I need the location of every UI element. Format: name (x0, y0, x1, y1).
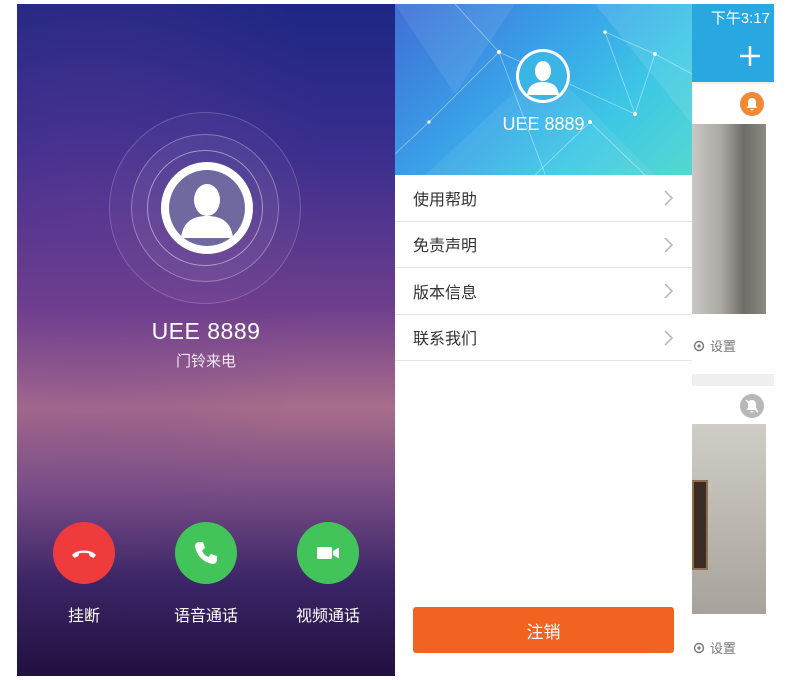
logout-button[interactable]: 注销 (413, 607, 674, 653)
voice-call-button[interactable] (175, 522, 237, 584)
chevron-right-icon (664, 236, 674, 253)
device-card[interactable]: 设置 (692, 386, 774, 676)
menu-item-disclaimer[interactable]: 免责声明 (395, 222, 692, 268)
menu-item-label: 免责声明 (413, 238, 478, 256)
caller-subtitle: 门铃来电 (175, 353, 236, 370)
incoming-call-screen: UEE 8889 门铃来电 挂断 语音通话 视频通话 (17, 4, 395, 676)
caller-name: UEE 8889 (151, 318, 261, 344)
menu-username: UEE 8889 (502, 114, 585, 134)
menu-item-contact[interactable]: 联系我们 (395, 315, 692, 361)
user-avatar[interactable] (516, 49, 570, 103)
video-call-label: 视频通话 (295, 608, 360, 625)
camera-snapshot[interactable] (692, 424, 766, 614)
side-menu: UEE 8889 使用帮助 免责声明 版本信息 联系我们 注销 (395, 4, 692, 676)
caller-avatar (161, 162, 253, 254)
chevron-right-icon (664, 283, 674, 299)
hangup-button[interactable] (53, 522, 115, 584)
settings-label: 设置 (710, 339, 737, 354)
hangup-label: 挂断 (67, 608, 100, 625)
device-card[interactable]: 设置 (692, 84, 774, 374)
gear-icon (693, 642, 705, 653)
chevron-right-icon (664, 190, 674, 206)
gear-icon (693, 340, 705, 351)
menu-item-version[interactable]: 版本信息 (395, 268, 692, 315)
phone-icon (195, 542, 217, 564)
menu-item-label: 使用帮助 (413, 191, 478, 209)
door-frame-image (692, 480, 708, 570)
settings-label: 设置 (710, 641, 737, 656)
chevron-right-icon (664, 329, 674, 346)
top-bar: 下午3:17 (692, 4, 774, 82)
menu-item-help[interactable]: 使用帮助 (395, 175, 692, 222)
menu-item-label: 联系我们 (413, 331, 478, 349)
voice-call-label: 语音通话 (173, 608, 238, 625)
person-icon (169, 170, 245, 246)
hangup-phone-icon (72, 550, 96, 558)
settings-link[interactable]: 设置 (692, 638, 736, 657)
video-camera-icon (317, 547, 339, 559)
video-call-button[interactable] (297, 522, 359, 584)
bell-icon[interactable] (740, 92, 764, 116)
camera-snapshot[interactable] (692, 124, 766, 314)
bell-off-icon[interactable] (740, 394, 764, 418)
settings-link[interactable]: 设置 (692, 336, 736, 355)
person-icon (519, 52, 567, 100)
plus-icon[interactable] (738, 44, 762, 68)
menu-list: 使用帮助 免责声明 版本信息 联系我们 (395, 175, 692, 361)
menu-header: UEE 8889 (395, 4, 692, 175)
device-list-screen: 下午3:17 设置 设置 (692, 4, 774, 676)
menu-item-label: 版本信息 (413, 284, 478, 302)
status-bar-time: 下午3:17 (710, 10, 770, 27)
